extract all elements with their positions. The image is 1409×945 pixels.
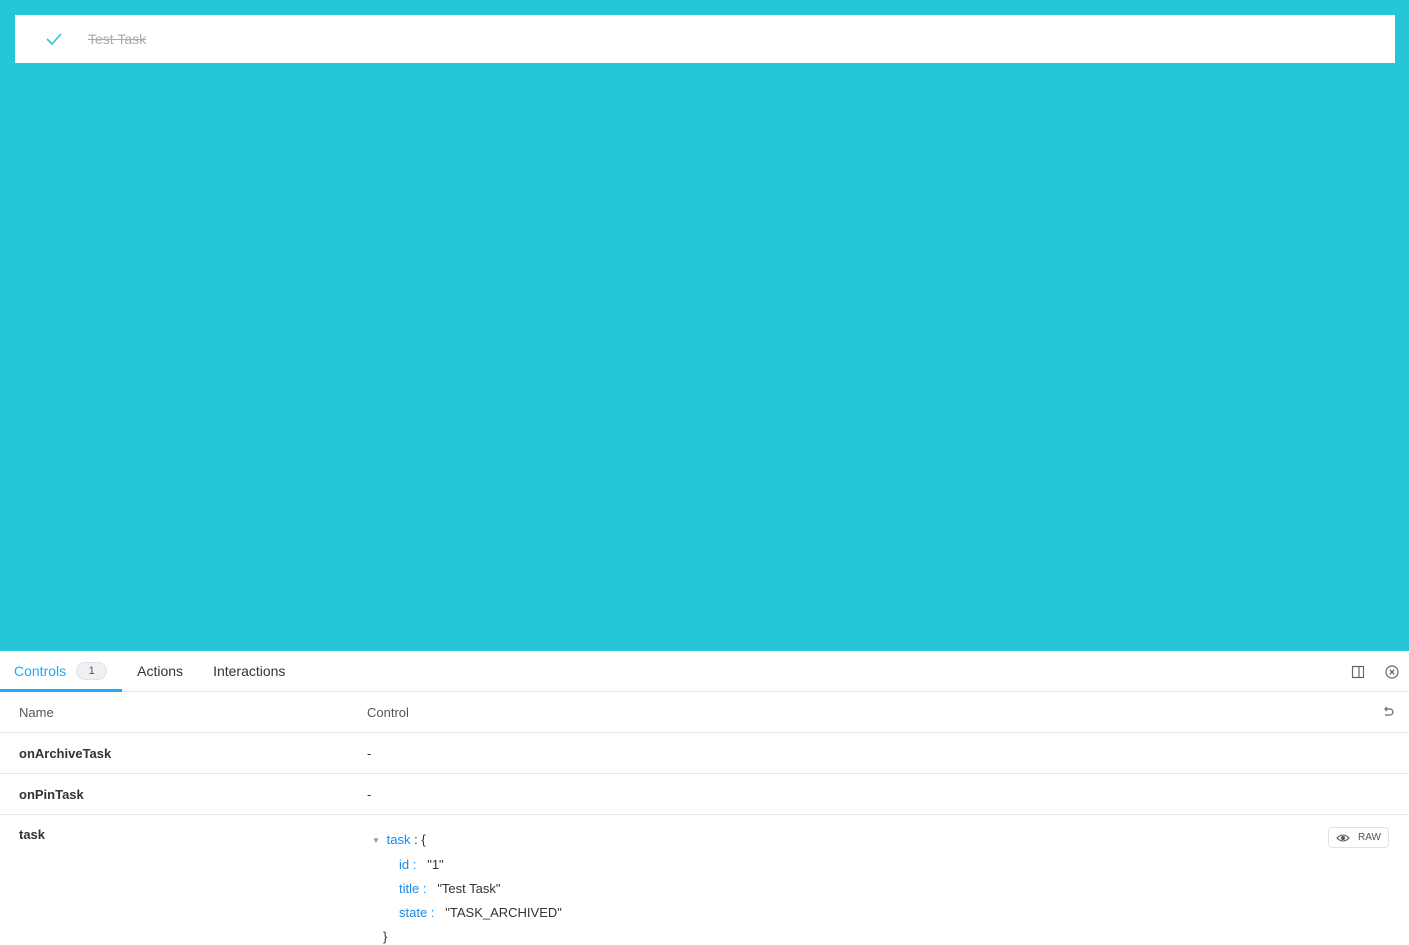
json-close-line: } — [372, 925, 562, 945]
tab-interactions-label: Interactions — [213, 663, 286, 679]
raw-button-label: RAW — [1358, 832, 1381, 843]
json-value[interactable]: "TASK_ARCHIVED" — [445, 905, 562, 920]
tab-actions[interactable]: Actions — [122, 651, 198, 691]
task-title: Test Task — [88, 31, 147, 47]
control-name: onArchiveTask — [19, 745, 112, 761]
table-row: task ▼ task : { id : "1" title : "Test T… — [0, 815, 1409, 945]
addon-panel: Controls 1 Actions Interactions Name Con… — [0, 651, 1409, 945]
json-value[interactable]: "Test Task" — [437, 881, 500, 896]
tab-controls[interactable]: Controls 1 — [0, 651, 123, 692]
controls-count-badge: 1 — [76, 662, 108, 680]
task-item[interactable]: Test Task — [15, 15, 1395, 63]
check-icon[interactable] — [45, 31, 63, 47]
json-key: state — [399, 904, 428, 920]
table-row: onPinTask - — [0, 774, 1409, 815]
json-key: id — [399, 856, 410, 872]
json-brace: } — [383, 928, 388, 944]
panel-toolbar — [1351, 651, 1399, 692]
sidebar-layout-icon[interactable] — [1351, 665, 1365, 679]
caret-down-icon[interactable]: ▼ — [372, 829, 383, 853]
control-name: task — [19, 827, 46, 842]
undo-icon[interactable] — [1381, 705, 1395, 719]
control-value: - — [367, 745, 372, 761]
control-name: onPinTask — [19, 786, 84, 802]
json-field[interactable]: id : "1" — [372, 853, 562, 877]
tab-controls-label: Controls — [14, 663, 67, 679]
controls-table-header: Name Control — [0, 692, 1409, 733]
raw-toggle-button[interactable]: RAW — [1328, 827, 1389, 848]
control-value: - — [367, 786, 372, 802]
close-circle-icon[interactable] — [1385, 664, 1399, 679]
json-field[interactable]: state : "TASK_ARCHIVED" — [372, 901, 562, 925]
json-object-editor[interactable]: ▼ task : { id : "1" title : "Test Task" … — [372, 828, 562, 945]
addon-tab-bar: Controls 1 Actions Interactions — [0, 651, 1409, 692]
tab-interactions[interactable]: Interactions — [198, 651, 300, 691]
json-brace: { — [421, 832, 426, 847]
eye-icon — [1336, 833, 1350, 843]
tab-actions-label: Actions — [137, 663, 184, 679]
json-value[interactable]: "1" — [427, 857, 443, 872]
json-key: task — [386, 832, 411, 847]
header-name: Name — [19, 704, 54, 720]
json-root-line[interactable]: ▼ task : { — [372, 828, 562, 853]
json-field[interactable]: title : "Test Task" — [372, 877, 562, 901]
header-control: Control — [367, 704, 409, 720]
table-row: onArchiveTask - — [0, 733, 1409, 774]
json-key: title — [399, 880, 420, 896]
story-preview-canvas: Test Task — [0, 0, 1409, 651]
